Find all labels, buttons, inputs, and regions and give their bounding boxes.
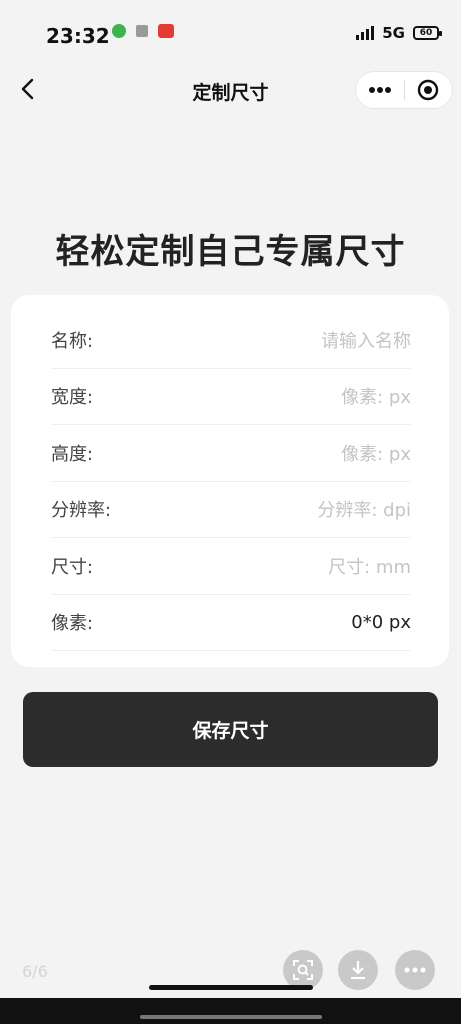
app-badge-icon: [158, 24, 174, 38]
resolution-row[interactable]: 分辨率: 分辨率: dpi: [51, 482, 411, 538]
mute-icon: [136, 25, 148, 37]
pixel-row: 像素: 0*0 px: [51, 595, 411, 651]
app-notification-icon: [112, 24, 126, 38]
name-input[interactable]: 请输入名称: [321, 327, 411, 353]
notification-icons: [112, 24, 174, 38]
download-icon: [351, 961, 365, 980]
status-right: 5G 60: [356, 24, 442, 42]
hero-title: 轻松定制自己专属尺寸: [55, 232, 406, 272]
resolution-label: 分辨率:: [51, 500, 112, 522]
status-bar: 23:32 5G 60: [0, 0, 461, 62]
close-program-button[interactable]: [404, 71, 452, 109]
target-close-icon: [418, 79, 439, 101]
scan-button[interactable]: [283, 950, 323, 990]
save-size-button[interactable]: 保存尺寸: [23, 692, 438, 767]
more-dots-icon: [368, 87, 391, 93]
size-form-card: 名称: 请输入名称 宽度: 像素: px 高度: 像素: px 分辨率: 分辨率…: [11, 295, 449, 667]
screen: 23:32 5G 60 定制尺寸 轻松定制自己专属尺寸 名称: 请输入名称 宽度…: [0, 0, 461, 1024]
name-row[interactable]: 名称: 请输入名称: [51, 312, 411, 369]
dimension-label: 尺寸:: [51, 556, 94, 578]
page-counter: 6/6: [22, 962, 48, 981]
more-horizontal-icon: [404, 967, 426, 973]
height-input[interactable]: 像素: px: [341, 440, 411, 466]
bottom-bar: [0, 998, 461, 1024]
download-button[interactable]: [338, 950, 378, 990]
pixel-value: 0*0 px: [351, 611, 411, 633]
name-label: 名称:: [51, 330, 94, 352]
battery-level: 60: [419, 28, 433, 38]
dimension-row[interactable]: 尺寸: 尺寸: mm: [51, 538, 411, 595]
more-menu-button[interactable]: [356, 71, 404, 109]
viewer-more-button[interactable]: [395, 950, 435, 990]
nav-bar: 定制尺寸: [0, 62, 461, 118]
mini-program-capsule: [355, 71, 453, 109]
bottom-handle: [140, 1015, 322, 1019]
width-input[interactable]: 像素: px: [341, 383, 411, 409]
dimension-input[interactable]: 尺寸: mm: [328, 553, 411, 579]
scan-search-icon: [293, 960, 313, 980]
width-row[interactable]: 宽度: 像素: px: [51, 369, 411, 425]
network-type: 5G: [382, 24, 405, 42]
resolution-input[interactable]: 分辨率: dpi: [317, 496, 411, 522]
height-row[interactable]: 高度: 像素: px: [51, 425, 411, 482]
pixel-label: 像素:: [51, 613, 94, 635]
home-indicator: [149, 985, 313, 990]
battery-icon: 60: [413, 26, 442, 40]
width-label: 宽度:: [51, 387, 94, 409]
height-label: 高度:: [51, 443, 94, 465]
status-time: 23:32: [46, 24, 110, 48]
signal-icon: [356, 26, 375, 40]
